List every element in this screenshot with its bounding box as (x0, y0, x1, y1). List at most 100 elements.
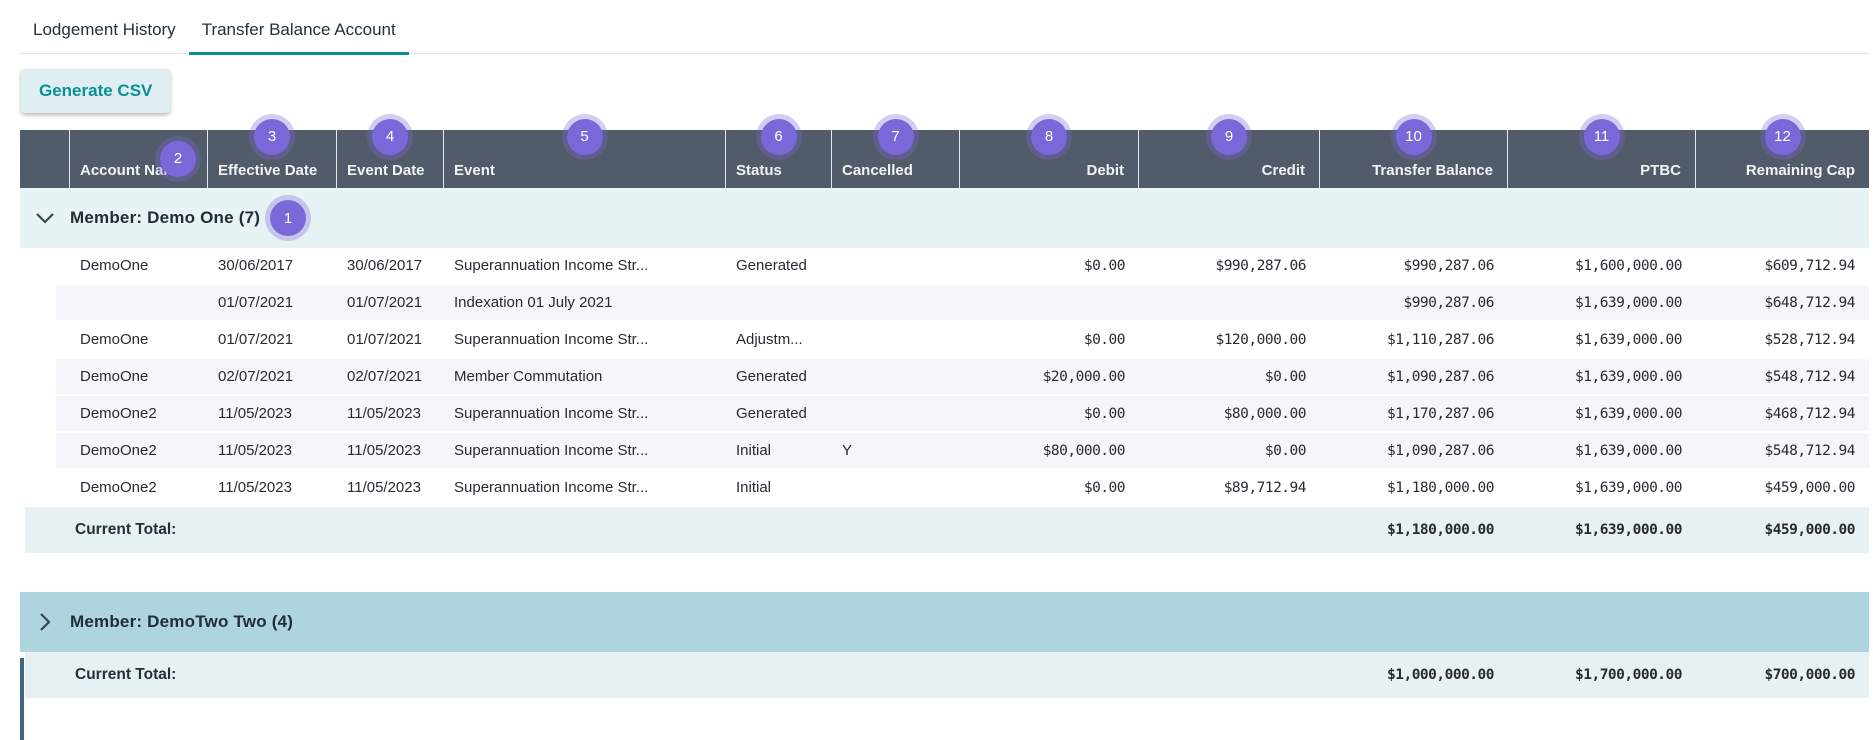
cell-tb: $1,180,000.00 (1387, 479, 1495, 496)
cell-effective: 01/07/2021 (218, 294, 294, 311)
cell-rc: $468,712.94 (1764, 405, 1855, 422)
cell-debit: $0.00 (1083, 479, 1126, 496)
grid-data-row[interactable]: DemoOne2 11/05/2023 11/05/2023 Superannuati… (56, 470, 1869, 507)
total-tb: $1,180,000.00 (1387, 522, 1495, 538)
member-group-header[interactable]: Member: Demo One (7) 1 (20, 188, 1869, 248)
grid-data-row[interactable]: DemoOne 01/07/2021 01/07/2021 Superannuatio… (56, 322, 1869, 359)
chevron-right-icon[interactable] (20, 612, 70, 632)
generate-csv-button[interactable]: Generate CSV (21, 69, 171, 113)
total-tb: $1,000,000.00 (1387, 667, 1495, 683)
cell-account: DemoOne2 (80, 479, 157, 496)
member-group-header[interactable]: Member: DemoTwo Two (4) (20, 592, 1869, 652)
cell-rc: $548,712.94 (1764, 442, 1855, 459)
cell-rc: $459,000.00 (1764, 479, 1855, 496)
column-header-label: Cancelled (842, 161, 913, 179)
column-header-ptbc[interactable]: PTBC 11 (1508, 119, 1696, 188)
cell-eventdate: 02/07/2021 (347, 368, 423, 385)
cell-eventdate: 01/07/2021 (347, 331, 423, 348)
cell-credit: $89,712.94 (1223, 479, 1307, 496)
annotation-badge-3: 3 (254, 119, 290, 155)
cell-ptbc: $1,639,000.00 (1575, 442, 1683, 459)
cell-credit: $120,000.00 (1215, 331, 1306, 348)
cell-event: Superannuation Income Str... (454, 442, 649, 459)
cell-status: Generated (736, 257, 807, 274)
chevron-down-icon[interactable] (20, 212, 70, 224)
transfer-balance-grid: Account Name 2 Effective Date 3 Event Date 4 E… (20, 119, 1869, 740)
column-header-credit[interactable]: Credit 9 (1139, 119, 1320, 188)
cell-status: Adjustm... (736, 331, 803, 348)
cell-status: Generated (736, 405, 807, 422)
cell-eventdate: 11/05/2023 (347, 479, 421, 496)
current-total-row: Current Total: $1,000,000.00 $1,700,000.00… (25, 652, 1869, 700)
cell-debit: $0.00 (1083, 405, 1126, 422)
column-header-effective[interactable]: Effective Date 3 (208, 119, 337, 188)
cell-tb: $1,110,287.06 (1387, 331, 1495, 348)
annotation-badge-10: 10 (1395, 119, 1432, 155)
column-header-status[interactable]: Status 6 (726, 119, 832, 188)
left-edge-indicator (20, 658, 24, 740)
column-header-event[interactable]: Event 5 (444, 119, 726, 188)
cell-debit: $20,000.00 (1042, 368, 1126, 385)
cell-tb: $990,287.06 (1403, 257, 1494, 274)
cell-ptbc: $1,639,000.00 (1575, 368, 1683, 385)
current-total-label: Current Total: (75, 666, 177, 683)
cell-account: DemoOne (80, 368, 149, 385)
grid-data-row[interactable]: DemoOne2 11/05/2023 11/05/2023 Superannuati… (56, 396, 1869, 433)
cell-event: Superannuation Income Str... (454, 405, 649, 422)
cell-eventdate: 30/06/2017 (347, 257, 423, 274)
member-group-title: Member: DemoTwo Two (4) (70, 612, 294, 631)
group-gap-small (20, 700, 1869, 704)
cell-eventdate: 11/05/2023 (347, 442, 421, 459)
column-header-eventdate[interactable]: Event Date 4 (337, 119, 444, 188)
cell-event: Superannuation Income Str... (454, 479, 649, 496)
cell-effective: 30/06/2017 (218, 257, 294, 274)
cell-rc: $648,712.94 (1764, 294, 1855, 311)
group-gap (20, 555, 1869, 592)
cell-rc: $609,712.94 (1764, 257, 1855, 274)
grid-body: Member: Demo One (7) 1 DemoOne 30/06/2017 30… (20, 188, 1869, 704)
annotation-badge-7: 7 (877, 119, 914, 155)
column-header-debit[interactable]: Debit 8 (960, 119, 1139, 188)
column-header-label: Event Date (347, 161, 425, 179)
annotation-badge-1: 1 (270, 200, 307, 236)
cell-ptbc: $1,600,000.00 (1575, 257, 1683, 274)
grid-data-row[interactable]: DemoOne 30/06/2017 30/06/2017 Superannuatio… (56, 248, 1869, 285)
tab-transfer-balance-account[interactable]: Transfer Balance Account (188, 20, 409, 55)
cell-tb: $1,090,287.06 (1387, 368, 1495, 385)
total-rc: $700,000.00 (1764, 667, 1855, 683)
column-header-tb[interactable]: Transfer Balance 10 (1320, 119, 1508, 188)
cell-effective: 11/05/2023 (218, 442, 292, 459)
cell-tb: $1,090,287.06 (1387, 442, 1495, 459)
current-total-label: Current Total: (75, 521, 177, 538)
annotation-badge-8: 8 (1031, 119, 1067, 155)
column-header-cancelled[interactable]: Cancelled 7 (832, 119, 960, 188)
cell-status: Initial (736, 479, 772, 496)
grid-data-row[interactable]: DemoOne 02/07/2021 02/07/2021 Member Commut… (56, 359, 1869, 396)
column-header-account[interactable]: Account Name 2 (70, 130, 208, 188)
cell-debit: $0.00 (1083, 331, 1126, 348)
cell-ptbc: $1,639,000.00 (1575, 331, 1683, 348)
cell-rc: $548,712.94 (1764, 368, 1855, 385)
column-header-label: Status (736, 161, 782, 179)
column-header-label: Credit (1261, 161, 1305, 179)
column-header-label: PTBC (1640, 161, 1681, 179)
cell-credit: $80,000.00 (1223, 405, 1307, 422)
annotation-badge-12: 12 (1764, 119, 1801, 155)
column-header-rc[interactable]: Remaining Cap 12 (1696, 119, 1869, 188)
grid-data-row[interactable]: DemoOne2 11/05/2023 11/05/2023 Superannuati… (56, 433, 1869, 470)
cell-credit: $0.00 (1264, 442, 1307, 459)
grid-data-row[interactable]: 01/07/2021 01/07/2021 Indexation 01 July 2… (56, 285, 1869, 322)
cell-account: DemoOne (80, 331, 149, 348)
cell-event: Superannuation Income Str... (454, 331, 649, 348)
cell-cancelled: Y (842, 442, 853, 459)
cell-ptbc: $1,639,000.00 (1575, 294, 1683, 311)
column-header-label: Debit (1086, 161, 1125, 179)
cell-eventdate: 11/05/2023 (347, 405, 421, 422)
grid-header-row: Account Name 2 Effective Date 3 Event Date 4 E… (20, 119, 1869, 188)
annotation-badge-2: 2 (160, 141, 196, 177)
tab-lodgement-history[interactable]: Lodgement History (20, 20, 189, 55)
cell-effective: 02/07/2021 (218, 368, 294, 385)
cell-rc: $528,712.94 (1764, 331, 1855, 348)
current-total-row: Current Total: $1,180,000.00 $1,639,000.00… (25, 507, 1869, 555)
column-header-label: Remaining Cap (1745, 161, 1855, 179)
